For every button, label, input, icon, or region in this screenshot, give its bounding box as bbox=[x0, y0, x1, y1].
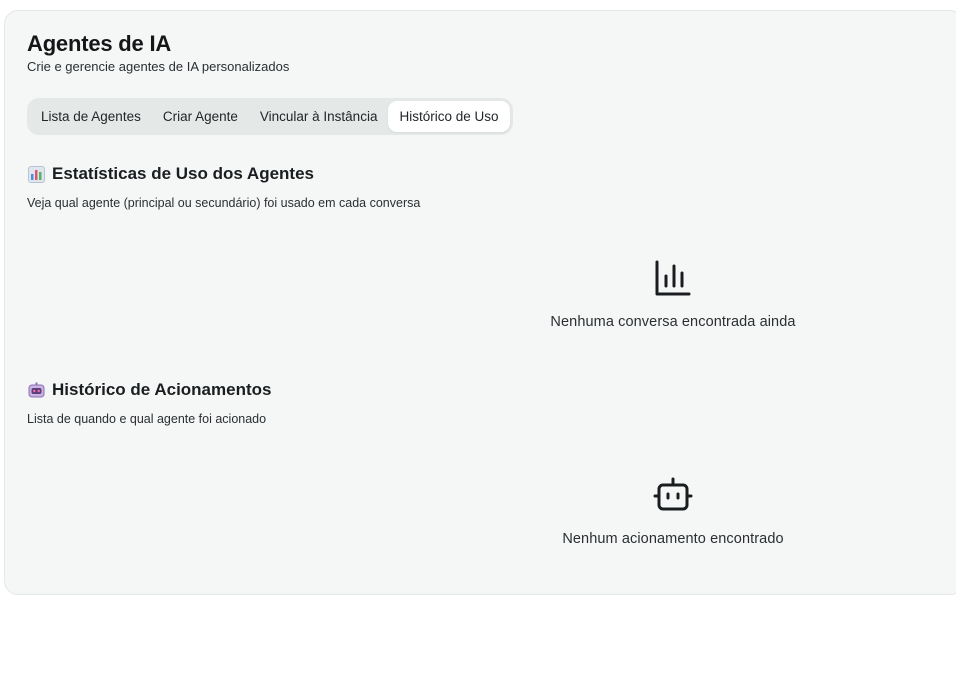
page-title: Agentes de IA bbox=[27, 31, 172, 56]
history-section-title: Histórico de Acionamentos bbox=[28, 380, 271, 400]
stats-section-title-text: Estatísticas de Uso dos Agentes bbox=[52, 164, 315, 183]
history-empty-state: Nenhum acionamento encontrado bbox=[473, 476, 873, 547]
tab-create-agent[interactable]: Criar Agente bbox=[152, 101, 249, 132]
history-section-description: Lista de quando e qual agente foi aciona… bbox=[27, 412, 267, 426]
tab-bar: Lista de Agentes Criar Agente Vincular à… bbox=[27, 98, 513, 135]
tab-agent-list[interactable]: Lista de Agentes bbox=[30, 101, 152, 132]
bot-icon bbox=[653, 476, 693, 519]
stats-section-title: Estatísticas de Uso dos Agentes bbox=[28, 164, 314, 184]
page-subtitle: Crie e gerencie agentes de IA personaliz… bbox=[27, 59, 290, 74]
robot-emoji-icon bbox=[28, 382, 45, 399]
stats-empty-message: Nenhuma conversa encontrada ainda bbox=[550, 314, 796, 330]
bar-chart-icon bbox=[653, 258, 693, 303]
stats-section-description: Veja qual agente (principal ou secundári… bbox=[27, 196, 421, 210]
bar-chart-emoji-icon bbox=[28, 165, 45, 183]
tab-usage-history[interactable]: Histórico de Uso bbox=[388, 101, 510, 132]
agents-panel: Agentes de IA Crie e gerencie agentes de… bbox=[4, 10, 956, 595]
tab-link-instance[interactable]: Vincular à Instância bbox=[249, 101, 389, 132]
stats-empty-state: Nenhuma conversa encontrada ainda bbox=[473, 258, 873, 330]
history-section-title-text: Histórico de Acionamentos bbox=[52, 380, 272, 399]
history-empty-message: Nenhum acionamento encontrado bbox=[562, 531, 784, 547]
